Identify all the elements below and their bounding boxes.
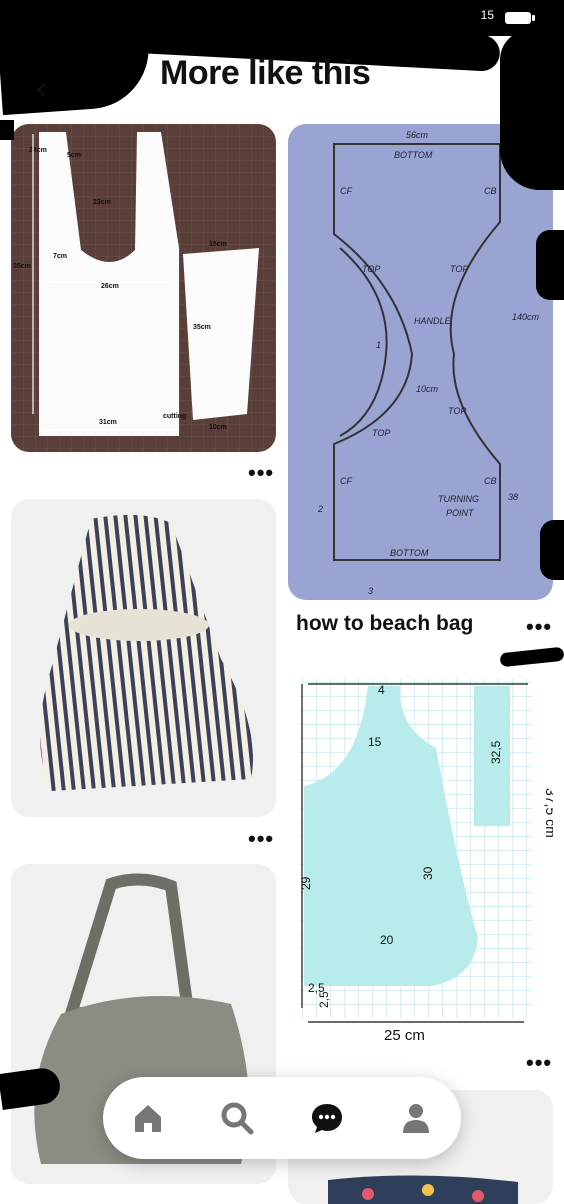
dim-label: 25 cm — [384, 1027, 425, 1044]
pattern-image: 4 15 32,5 37,5 cm 30 29 20 2,5 2,5 25 cm — [299, 678, 553, 1044]
dim-label: 35cm — [13, 263, 31, 270]
dim-label: CB — [484, 186, 497, 196]
more-options-button[interactable]: ••• — [248, 828, 274, 850]
pin-card-striped-bag[interactable] — [11, 499, 276, 817]
dim-label: POINT — [446, 508, 475, 518]
dim-label: 29 — [299, 876, 313, 890]
dim-label: 32,5 — [489, 740, 503, 764]
dim-label: 3 — [368, 586, 373, 596]
scribble-right — [500, 30, 564, 190]
dim-label: BOTTOM — [390, 548, 429, 558]
dim-label: BOTTOM — [394, 150, 433, 160]
dim-label: TOP — [362, 264, 380, 274]
pin-title[interactable]: how to beach bag — [296, 612, 473, 636]
dim-label: 2,5 — [317, 991, 331, 1008]
nav-search-button[interactable] — [215, 1096, 259, 1140]
dim-label: 10cm — [416, 384, 439, 394]
nav-profile-button[interactable] — [394, 1096, 438, 1140]
dim-label: 20 — [380, 933, 394, 947]
scribble-mid-right — [499, 646, 564, 668]
dim-label: HANDLE — [414, 316, 452, 326]
dim-label: 31cm — [99, 419, 117, 426]
scribble-right-2 — [536, 230, 564, 300]
bottom-nav — [103, 1077, 461, 1159]
dim-label: TOP — [448, 406, 466, 416]
dim-label: 23cm — [93, 199, 111, 206]
scribble-left — [0, 120, 14, 140]
dim-label: 4 — [378, 683, 385, 697]
dim-label: 30 — [421, 866, 435, 880]
nav-home-button[interactable] — [126, 1096, 170, 1140]
dim-label: 7cm — [53, 253, 67, 260]
dim-label: 26cm — [101, 283, 119, 290]
dim-label: 38 — [508, 492, 518, 502]
dim-label: 15 — [368, 735, 382, 749]
pin-card-bag-pattern-blue[interactable]: 56cm BOTTOM CF CB TOP TOP HANDLE 1 10cm … — [288, 124, 553, 600]
dim-label: TOP — [450, 264, 468, 274]
dim-label: 10cm — [209, 424, 227, 431]
dim-label: TURNING — [438, 494, 479, 504]
dim-label: TOP — [372, 428, 390, 438]
nav-messages-button[interactable] — [305, 1096, 349, 1140]
battery-icon — [505, 12, 535, 24]
more-options-button[interactable]: ••• — [526, 616, 552, 638]
more-options-button[interactable]: ••• — [526, 1052, 552, 1074]
more-options-button[interactable]: ••• — [248, 462, 274, 484]
back-chevron-icon[interactable] — [34, 82, 50, 98]
dim-label: 1 — [376, 340, 381, 350]
dim-label: CF — [340, 476, 352, 486]
dim-label: 2 — [317, 504, 323, 514]
dim-label: 35cm — [193, 324, 211, 331]
bag-image — [40, 514, 253, 791]
pin-card-bag-pattern-brown[interactable]: 24cm 5cm 23cm 35cm 7cm 15cm 26cm 35cm 31… — [11, 124, 276, 452]
pattern-image: 56cm BOTTOM CF CB TOP TOP HANDLE 1 10cm … — [317, 130, 540, 596]
dim-label: CB — [484, 476, 497, 486]
search-icon — [221, 1102, 254, 1135]
dim-label: CF — [340, 186, 352, 196]
status-time: 15 — [480, 8, 494, 22]
dim-label: 15cm — [209, 241, 227, 248]
dim-label: 56cm — [406, 130, 429, 140]
person-icon — [403, 1104, 430, 1133]
pattern-image: 24cm 5cm 23cm 35cm 7cm 15cm 26cm 35cm 31… — [11, 124, 276, 452]
dim-label: 24cm — [29, 147, 47, 154]
page-title: More like this — [160, 54, 371, 92]
pin-card-bag-pattern-grid[interactable]: 4 15 32,5 37,5 cm 30 29 20 2,5 2,5 25 cm — [288, 668, 553, 1044]
home-icon — [134, 1105, 161, 1132]
dim-label: cutting — [163, 413, 186, 420]
chat-bubble-icon — [311, 1104, 342, 1133]
scribble-right-3 — [540, 520, 564, 580]
dim-label: 140cm — [512, 312, 540, 322]
dim-label: 37,5 cm — [543, 788, 553, 838]
dim-label: 5cm — [67, 152, 81, 159]
